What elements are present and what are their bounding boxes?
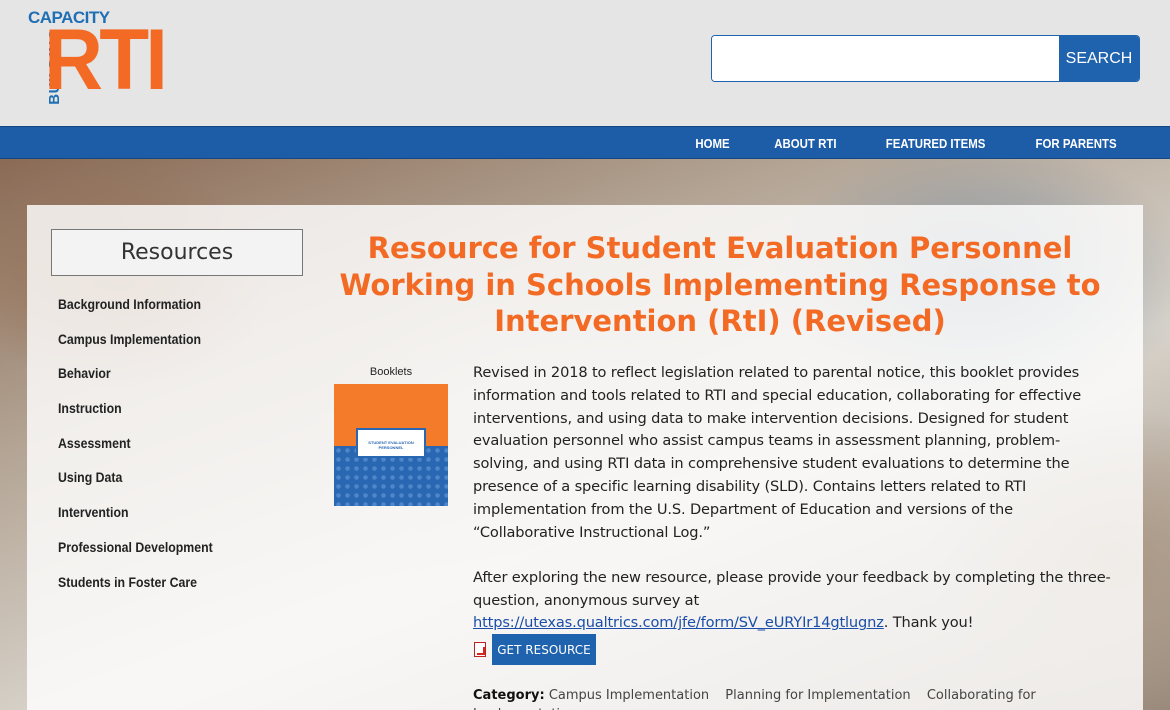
nav-item-featured-items[interactable]: FEATURED ITEMS <box>885 136 985 151</box>
category-list: Category: Campus Implementation Planning… <box>473 686 1133 710</box>
sidebar-item-campus-implementation[interactable]: Campus Implementation <box>58 327 213 362</box>
search-input[interactable] <box>712 36 1059 81</box>
search-button[interactable]: SEARCH <box>1059 36 1139 81</box>
category-tag[interactable]: Planning for Implementation <box>725 688 910 703</box>
booklet-cover-label: STUDENT EVALUATION PERSONNEL <box>356 428 426 458</box>
booklet-cover-text: STUDENT EVALUATION PERSONNEL <box>368 440 414 450</box>
thanks-text: . Thank you! <box>883 614 974 632</box>
description-paragraph: Revised in 2018 to reflect legislation r… <box>473 364 1082 541</box>
page-title: Resource for Student Evaluation Personne… <box>339 231 1101 338</box>
sidebar-item-students-in-foster-care[interactable]: Students in Foster Care <box>58 570 213 605</box>
site-header: CAPACITY BUILDING RTI SEARCH <box>0 0 1170 126</box>
get-resource-button[interactable]: GET RESOURCE <box>492 634 596 665</box>
category-tag[interactable]: Campus Implementation <box>549 688 709 703</box>
capacity-building-rti-logo[interactable]: CAPACITY BUILDING RTI <box>26 8 168 108</box>
sidebar-item-instruction[interactable]: Instruction <box>58 396 213 431</box>
sidebar-item-assessment[interactable]: Assessment <box>58 431 213 466</box>
category-label: Category: <box>473 688 545 703</box>
booklet-cover-image[interactable]: STUDENT EVALUATION PERSONNEL <box>334 384 448 506</box>
feedback-text: After exploring the new resource, please… <box>473 568 1111 609</box>
pdf-icon[interactable] <box>474 642 486 657</box>
search-bar: SEARCH <box>711 35 1140 82</box>
sidebar-item-background-information[interactable]: Background Information <box>58 292 213 327</box>
sidebar-item-intervention[interactable]: Intervention <box>58 500 213 535</box>
sidebar-title: Resources <box>51 229 303 276</box>
nav-item-home[interactable]: HOME <box>695 136 729 151</box>
sidebar-item-professional-development[interactable]: Professional Development <box>58 535 213 570</box>
survey-link[interactable]: https://utexas.qualtrics.com/jfe/form/SV… <box>473 614 884 631</box>
logo-main-text: RTI <box>44 12 168 108</box>
main-nav: HOME ABOUT RTI FEATURED ITEMS FOR PARENT… <box>0 126 1170 159</box>
nav-item-about-rti[interactable]: ABOUT RTI <box>774 136 836 151</box>
sidebar-item-using-data[interactable]: Using Data <box>58 465 213 500</box>
resource-description: Revised in 2018 to reflect legislation r… <box>473 362 1113 635</box>
sidebar-item-behavior[interactable]: Behavior <box>58 361 213 396</box>
sidebar-menu: Background Information Campus Implementa… <box>58 292 234 604</box>
thumbnail-label: Booklets <box>369 366 413 378</box>
feedback-paragraph: After exploring the new resource, please… <box>473 567 1113 635</box>
nav-item-for-parents[interactable]: FOR PARENTS <box>1035 136 1116 151</box>
